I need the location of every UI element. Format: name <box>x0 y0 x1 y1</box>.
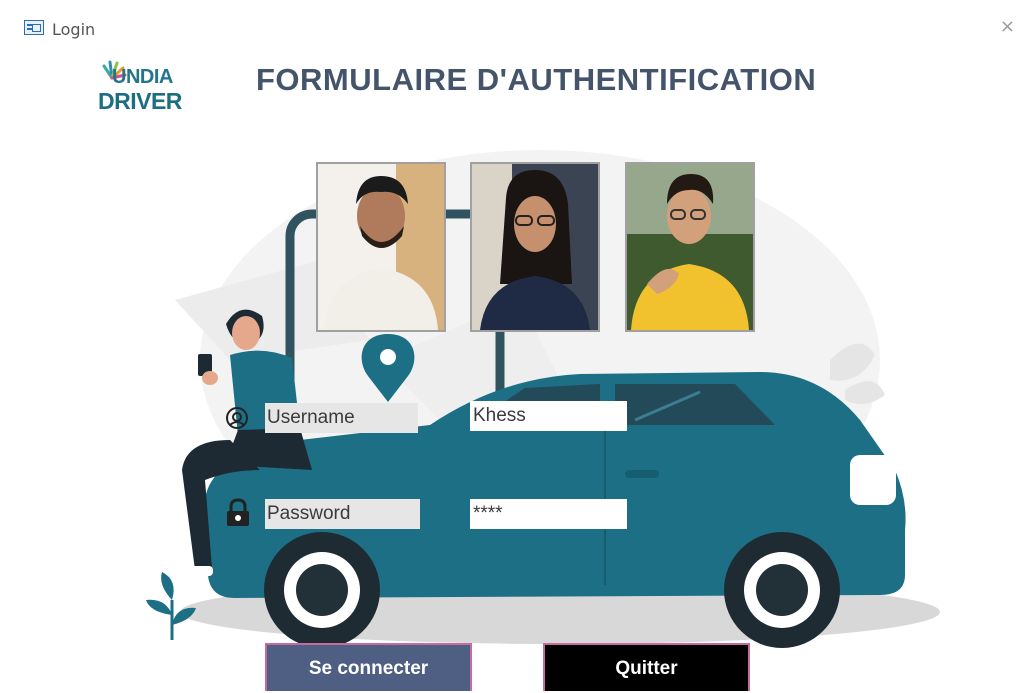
padlock-icon <box>227 498 249 526</box>
username-input[interactable] <box>470 401 627 431</box>
username-label: Username <box>265 403 418 433</box>
location-icon <box>226 407 248 429</box>
connect-button[interactable]: Se connecter <box>265 643 472 691</box>
car-illustration <box>146 150 940 648</box>
wheel-hub-rear <box>756 564 808 616</box>
quit-button[interactable]: Quitter <box>543 643 750 691</box>
team-photo-3 <box>625 162 755 332</box>
team-photo-2 <box>470 162 600 332</box>
password-label: Password <box>265 499 420 529</box>
wheel-hub-front <box>296 564 348 616</box>
door-handle <box>625 470 659 478</box>
map-pin-hole <box>380 349 396 365</box>
car-taillight <box>850 455 896 505</box>
team-photo-1 <box>316 162 446 332</box>
password-input[interactable] <box>470 499 627 529</box>
